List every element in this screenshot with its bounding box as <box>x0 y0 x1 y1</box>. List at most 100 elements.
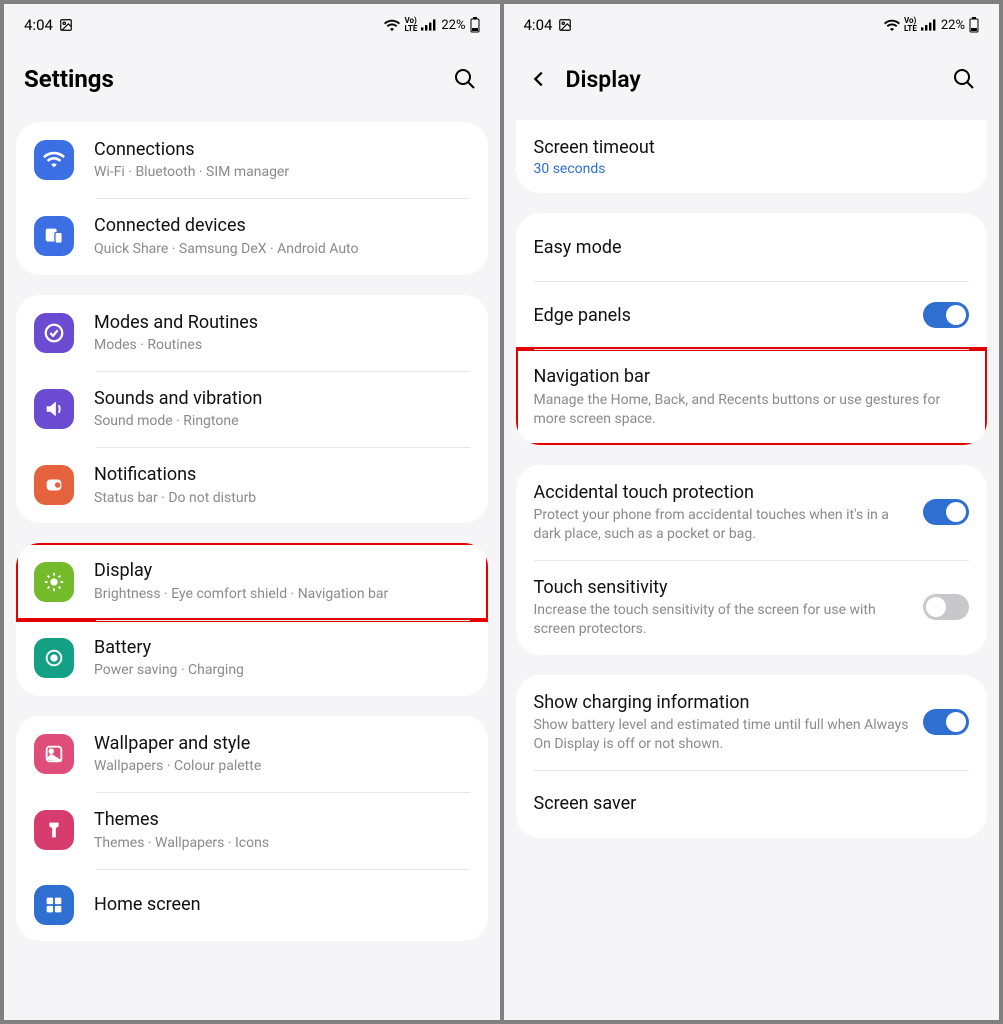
item-body: Connections Wi-Fi · Bluetooth · SIM manag… <box>94 138 470 182</box>
item-title: Themes <box>94 808 470 831</box>
battery-icon <box>470 17 480 33</box>
item-charging-info[interactable]: Show charging informationShow battery le… <box>516 675 988 770</box>
item-title: Accidental touch protection <box>534 481 914 504</box>
item-body: Display Brightness · Eye comfort shield ·… <box>94 559 470 603</box>
item-edge-panels[interactable]: Edge panels <box>516 281 988 349</box>
home-icon <box>34 885 74 925</box>
signal-icon <box>921 19 937 31</box>
item-body: Navigation bar Manage the Home, Back, and… <box>534 365 970 428</box>
item-screen-saver[interactable]: Screen saver <box>516 770 988 838</box>
search-button[interactable] <box>949 64 979 94</box>
header: Display <box>504 42 1000 122</box>
signal-icon <box>421 19 437 31</box>
toggle-charging-info[interactable] <box>923 709 969 735</box>
item-connected-devices[interactable]: Connected devicesQuick Share · Samsung D… <box>16 198 488 274</box>
item-sounds[interactable]: Sounds and vibrationSound mode · Rington… <box>16 371 488 447</box>
item-title: Screen timeout <box>534 136 970 159</box>
toggle-touch-sens[interactable] <box>923 594 969 620</box>
notif-icon <box>34 465 74 505</box>
search-button[interactable] <box>450 64 480 94</box>
item-touch-sens[interactable]: Touch sensitivityIncrease the touch sens… <box>516 560 988 655</box>
settings-group: Show charging informationShow battery le… <box>516 675 988 838</box>
battery-icon <box>34 638 74 678</box>
item-home[interactable]: Home screen <box>16 869 488 941</box>
item-body: Sounds and vibrationSound mode · Rington… <box>94 387 470 431</box>
theme-icon <box>34 810 74 850</box>
status-bar: 4:04 Vo)LTE 22% <box>504 4 1000 42</box>
volte-icon: Vo)LTE <box>404 17 417 33</box>
battery-icon <box>969 17 979 33</box>
item-title: Navigation bar <box>534 365 970 388</box>
wifi-icon <box>34 140 74 180</box>
item-title: Notifications <box>94 463 470 486</box>
settings-group: Connections Wi-Fi · Bluetooth · SIM manag… <box>16 122 488 275</box>
item-title: Display <box>94 559 470 582</box>
item-easy-mode[interactable]: Easy mode <box>516 213 988 281</box>
item-modes[interactable]: Modes and RoutinesModes · Routines <box>16 295 488 371</box>
image-icon <box>34 734 74 774</box>
item-title: Screen saver <box>534 792 970 815</box>
item-title: Connections <box>94 138 470 161</box>
wifi-icon <box>884 19 900 31</box>
item-title: Home screen <box>94 893 470 916</box>
item-body: ThemesThemes · Wallpapers · Icons <box>94 808 470 852</box>
settings-group: Modes and RoutinesModes · Routines Sounds… <box>16 295 488 524</box>
item-battery[interactable]: BatteryPower saving · Charging <box>16 620 488 696</box>
item-subtitle: Show battery level and estimated time un… <box>534 716 914 754</box>
settings-group: Display Brightness · Eye comfort shield ·… <box>16 543 488 696</box>
battery-pct: 22% <box>941 18 965 33</box>
item-body: Wallpaper and style Wallpapers · Colour p… <box>94 732 470 776</box>
item-body: Modes and RoutinesModes · Routines <box>94 311 470 355</box>
item-body: Accidental touch protectionProtect your … <box>534 481 914 544</box>
item-wallpaper[interactable]: Wallpaper and style Wallpapers · Colour p… <box>16 716 488 792</box>
toggle-accidental[interactable] <box>923 499 969 525</box>
header: Settings <box>4 42 500 122</box>
item-subtitle: Wi-Fi · Bluetooth · SIM manager <box>94 163 470 182</box>
status-time: 4:04 <box>24 16 53 34</box>
item-display[interactable]: Display Brightness · Eye comfort shield ·… <box>16 543 488 619</box>
devices-icon <box>34 216 74 256</box>
settings-group: Wallpaper and style Wallpapers · Colour p… <box>16 716 488 941</box>
item-subtitle: Brightness · Eye comfort shield · Naviga… <box>94 585 470 604</box>
back-button[interactable] <box>524 64 554 94</box>
item-accidental[interactable]: Accidental touch protectionProtect your … <box>516 465 988 560</box>
item-body: BatteryPower saving · Charging <box>94 636 470 680</box>
sound-icon <box>34 389 74 429</box>
item-subtitle: Increase the touch sensitivity of the sc… <box>534 601 914 639</box>
sun-icon <box>34 562 74 602</box>
picture-icon <box>59 18 73 32</box>
item-screen-timeout[interactable]: Screen timeout 30 seconds <box>516 120 988 193</box>
item-body: Screen saver <box>534 792 970 815</box>
item-body: Notifications Status bar · Do not disturb <box>94 463 470 507</box>
item-nav-bar[interactable]: Navigation bar Manage the Home, Back, and… <box>516 349 988 444</box>
item-title: Wallpaper and style <box>94 732 470 755</box>
item-body: Screen timeout 30 seconds <box>534 136 970 177</box>
toggle-edge-panels[interactable] <box>923 302 969 328</box>
item-title: Edge panels <box>534 304 914 327</box>
item-body: Touch sensitivityIncrease the touch sens… <box>534 576 914 639</box>
item-body: Home screen <box>94 893 470 916</box>
item-connections[interactable]: Connections Wi-Fi · Bluetooth · SIM manag… <box>16 122 488 198</box>
page-title: Settings <box>24 65 438 93</box>
item-title: Show charging information <box>534 691 914 714</box>
wifi-icon <box>384 19 400 31</box>
item-subtitle: Modes · Routines <box>94 336 470 355</box>
left-screen: 4:04 Vo)LTE 22% Settings Connections Wi-F… <box>4 4 500 1020</box>
item-subtitle: Wallpapers · Colour palette <box>94 757 470 776</box>
item-value: 30 seconds <box>534 161 970 177</box>
item-subtitle: Quick Share · Samsung DeX · Android Auto <box>94 240 470 259</box>
settings-group: Screen timeout 30 seconds <box>516 120 988 193</box>
item-body: Easy mode <box>534 236 970 259</box>
page-title: Display <box>566 66 938 93</box>
status-time: 4:04 <box>524 16 553 34</box>
item-title: Battery <box>94 636 470 659</box>
item-subtitle: Status bar · Do not disturb <box>94 489 470 508</box>
item-notifications[interactable]: Notifications Status bar · Do not disturb <box>16 447 488 523</box>
item-themes[interactable]: ThemesThemes · Wallpapers · Icons <box>16 792 488 868</box>
item-body: Show charging informationShow battery le… <box>534 691 914 754</box>
status-bar: 4:04 Vo)LTE 22% <box>4 4 500 42</box>
item-subtitle: Manage the Home, Back, and Recents butto… <box>534 391 970 429</box>
item-body: Edge panels <box>534 304 914 327</box>
settings-group: Accidental touch protectionProtect your … <box>516 465 988 655</box>
item-body: Connected devicesQuick Share · Samsung D… <box>94 214 470 258</box>
